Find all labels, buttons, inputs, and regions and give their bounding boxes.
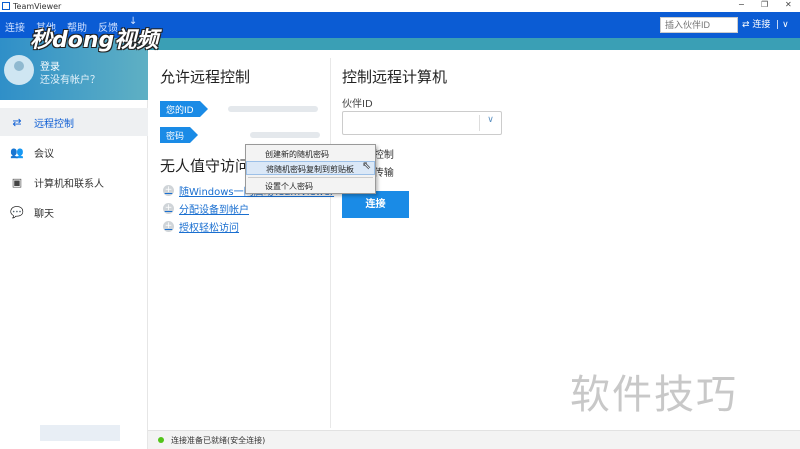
allow-remote-title: 允许远程控制	[160, 68, 251, 86]
teamviewer-logo-icon	[2, 2, 10, 10]
control-remote-title: 控制远程计算机	[342, 68, 448, 86]
mouse-cursor-icon: ⇖	[362, 159, 372, 172]
maximize-button[interactable]: ❐	[761, 0, 768, 9]
password-value-blurred[interactable]	[250, 132, 320, 138]
menu-item-set-personal-password[interactable]: 设置个人密码	[246, 179, 375, 193]
partner-id-quick-input[interactable]	[660, 17, 738, 33]
sidebar-item-chat[interactable]: 💬 聊天	[0, 198, 148, 226]
your-id-tag: 您的ID	[160, 101, 208, 117]
link-label: 授权轻松访问	[179, 223, 239, 234]
no-account-link[interactable]: 还没有帐户？	[40, 71, 100, 86]
plus-icon: +	[163, 203, 174, 214]
sidebar-item-label: 聊天	[34, 208, 54, 220]
people-icon: 👥	[10, 145, 24, 159]
password-tag: 密码	[160, 127, 199, 143]
sidebar-item-label: 计算机和联系人	[34, 178, 104, 190]
context-menu: 创建新的随机密码 将随机密码复制到剪贴板 设置个人密码	[245, 144, 376, 194]
link-label: 分配设备到帐户	[179, 205, 249, 216]
status-bar: 连接准备已就绪(安全连接)	[148, 430, 800, 449]
video-watermark-logo: 秒dong视频	[30, 28, 159, 53]
swap-arrows-icon: ⇄	[12, 115, 22, 129]
assign-device-link[interactable]: + 分配设备到帐户	[163, 201, 249, 216]
header-band	[148, 38, 800, 50]
chat-icon: 💬	[10, 205, 24, 219]
partner-id-label: 伙伴ID	[342, 99, 373, 110]
sidebar-footer-logo	[40, 425, 120, 441]
menu-separator	[248, 177, 373, 178]
plus-icon: +	[163, 221, 174, 232]
menu-item-copy-password[interactable]: 将随机密码复制到剪贴板	[246, 161, 375, 175]
contacts-icon: ▣	[11, 175, 23, 189]
minimize-button[interactable]: −	[738, 0, 745, 9]
sidebar-item-label: 会议	[34, 148, 54, 160]
status-indicator-icon	[158, 437, 164, 443]
chevron-down-icon[interactable]: ∨	[782, 20, 789, 30]
menu-item-new-random-password[interactable]: 创建新的随机密码	[246, 147, 375, 161]
connect-button[interactable]: 连接	[342, 191, 409, 218]
watermark-text: 软件技巧	[570, 372, 738, 418]
window-title: TeamViewer	[13, 1, 62, 11]
sidebar-item-meeting[interactable]: 👥 会议	[0, 138, 148, 166]
chevron-down-icon[interactable]: ∨	[479, 115, 501, 131]
partner-id-combobox[interactable]: ∨	[342, 111, 502, 135]
plus-icon: +	[163, 185, 174, 196]
easy-access-link[interactable]: + 授权轻松访问	[163, 219, 239, 234]
sidebar-item-label: 远程控制	[34, 118, 74, 130]
status-text: 连接准备已就绪(安全连接)	[171, 435, 266, 445]
sidebar-item-remote-control[interactable]: ⇄ 远程控制	[0, 108, 148, 136]
close-button[interactable]: ✕	[785, 0, 792, 9]
unattended-title: 无人值守访问	[160, 157, 251, 175]
menu-connect[interactable]: 连接	[5, 19, 25, 34]
swap-arrows-icon: ⇄	[742, 20, 750, 30]
divider	[330, 58, 331, 428]
id-value-blurred	[228, 106, 318, 112]
avatar	[4, 55, 34, 85]
quick-connect-button[interactable]: ⇄ 连接 | ∨	[742, 17, 789, 30]
quick-connect-label: 连接	[752, 20, 771, 30]
title-bar: TeamViewer − ❐ ✕	[0, 0, 800, 12]
sidebar-item-computers-contacts[interactable]: ▣ 计算机和联系人	[0, 168, 148, 196]
